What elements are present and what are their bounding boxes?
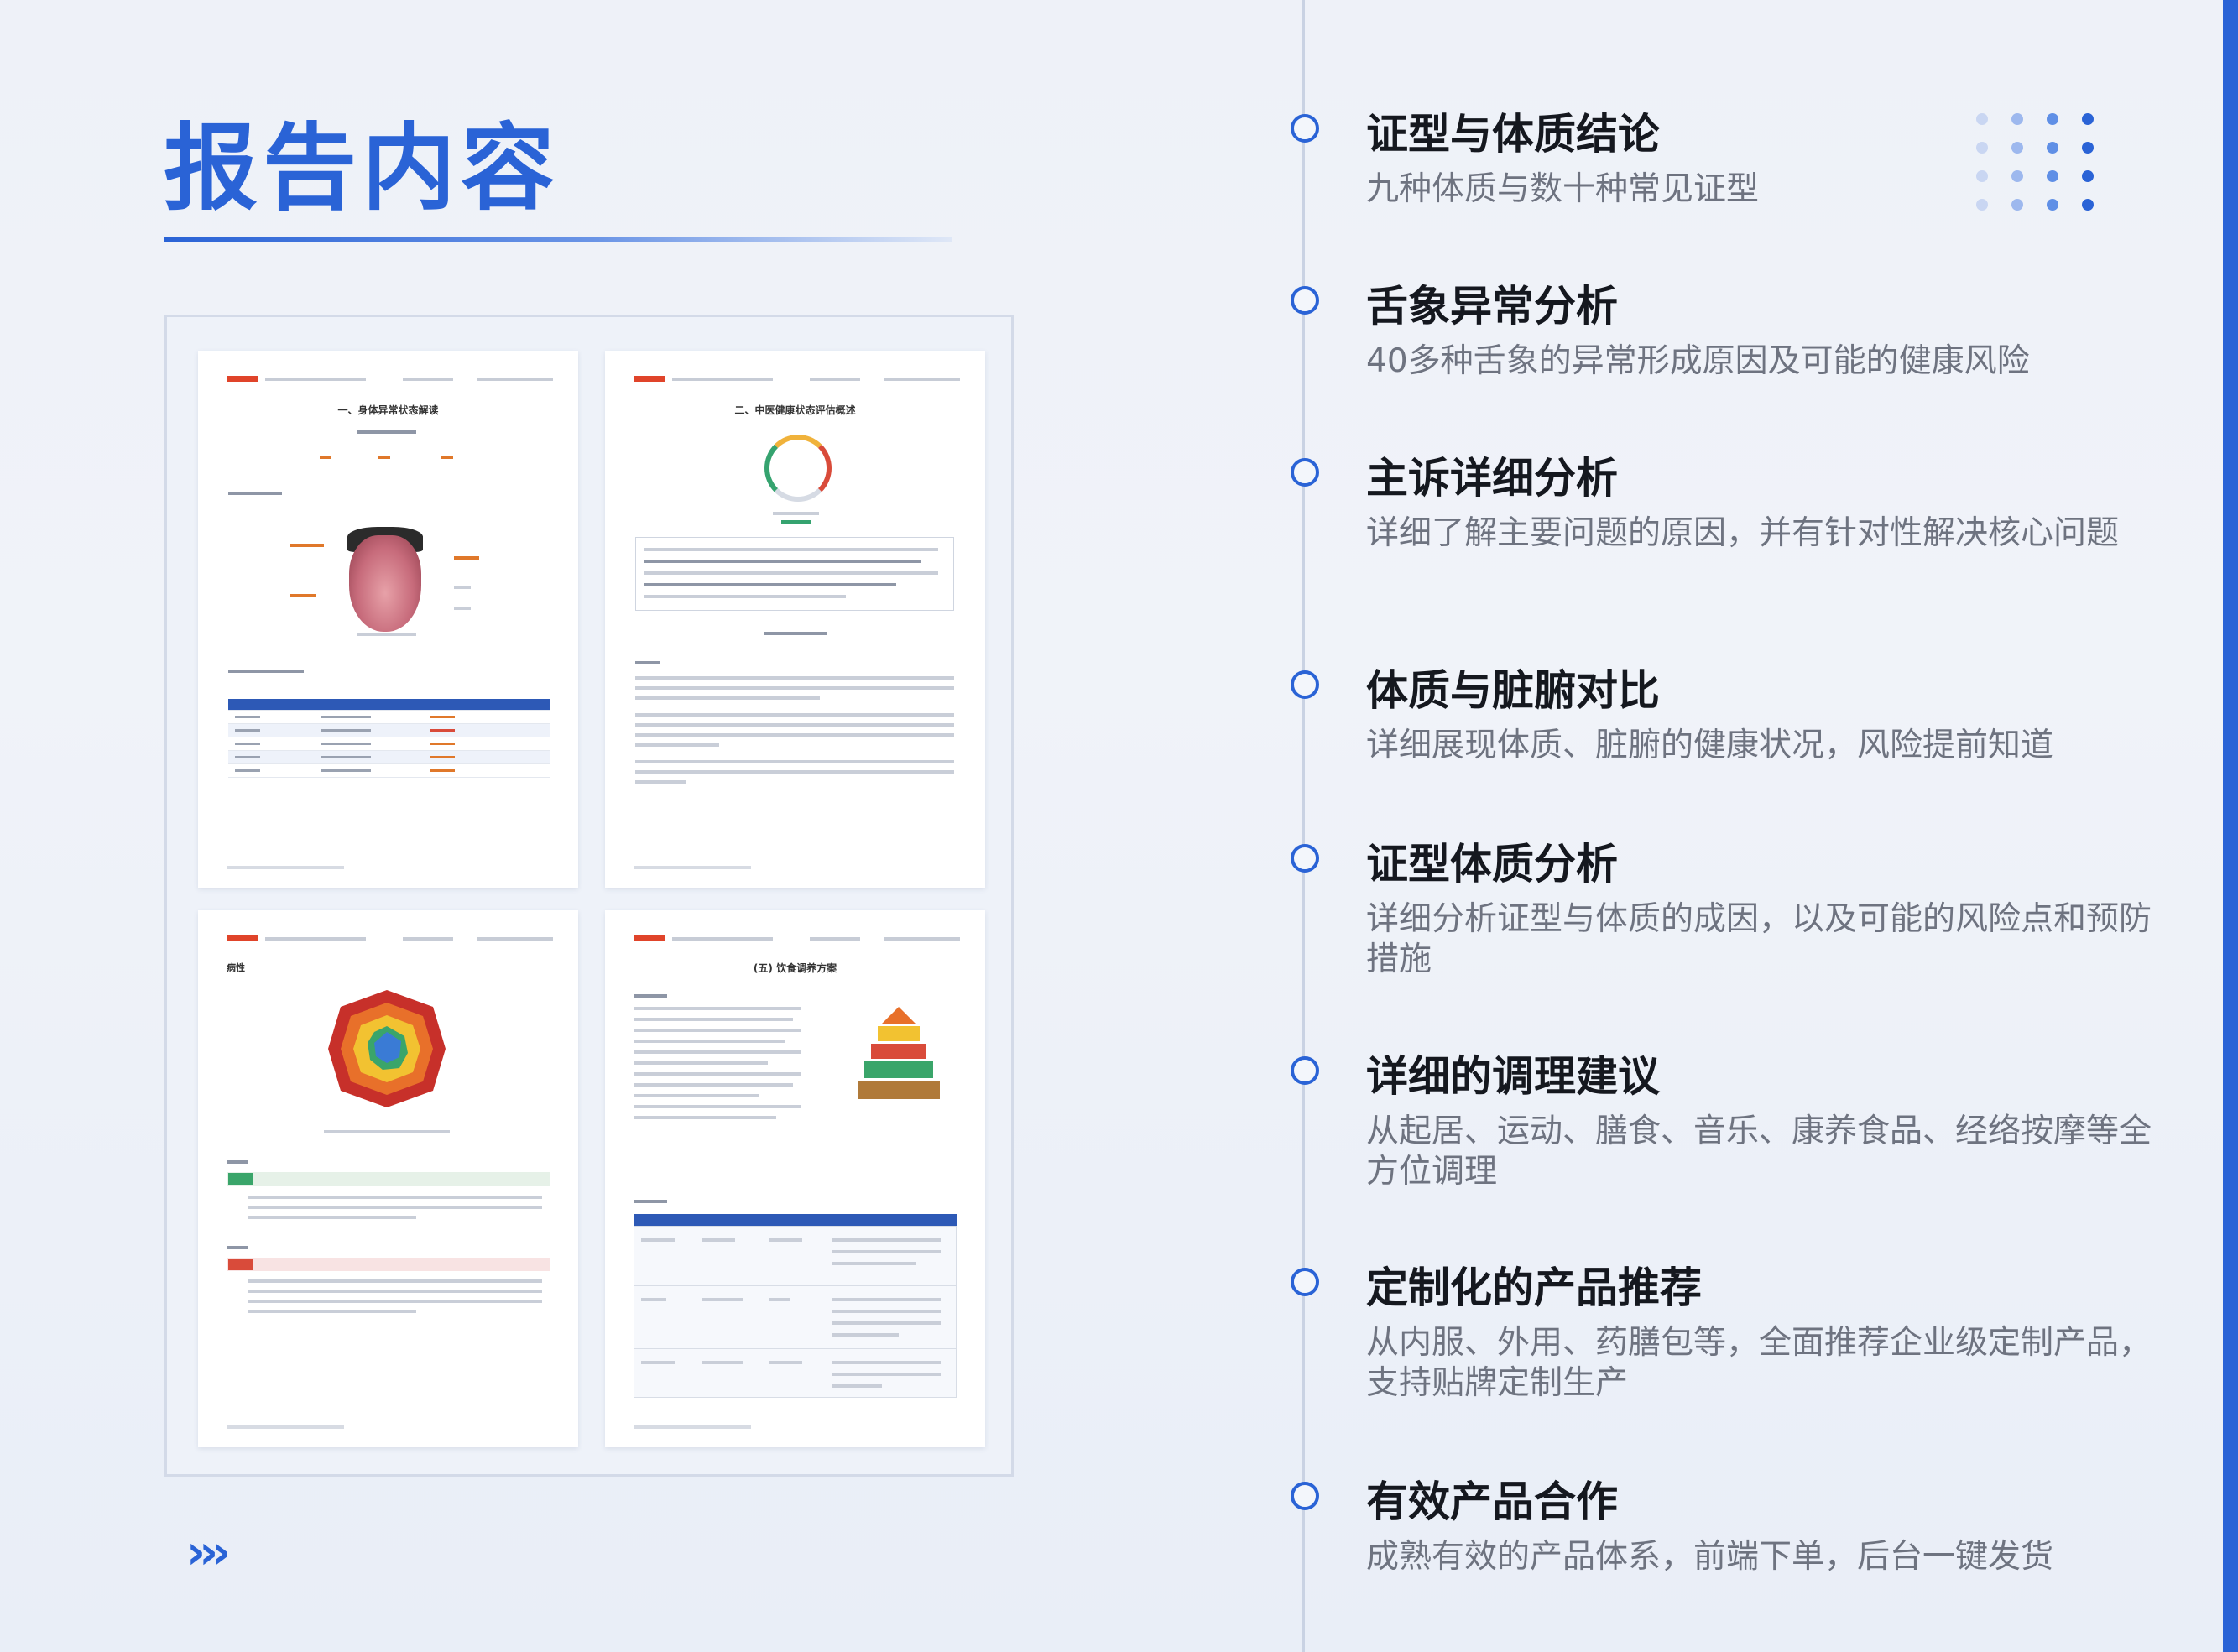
radar-chart: [328, 990, 446, 1107]
item-heading: 定制化的产品推荐: [1366, 1264, 1702, 1312]
summary-box: [635, 537, 954, 611]
circle-outline-icon: [1291, 1056, 1319, 1085]
item-description: 详细展现体质、脏腑的健康状况，风险提前知道: [1366, 727, 2054, 764]
doc-title: (五) 饮食调养方案: [753, 962, 837, 974]
page-title: 报告内容: [164, 114, 560, 223]
circle-outline-icon: [1291, 670, 1319, 699]
circle-outline-icon: [1291, 458, 1319, 487]
chevron-right-icon: ›››: [186, 1525, 231, 1580]
report-page-health-overview: 二、中医健康状态评估概述: [605, 351, 985, 888]
report-preview-frame: 一、身体异常状态解读 二、中医健康状态评估概述 病性 (五) 饮食调养方案: [164, 315, 1014, 1477]
doc-title: 一、身体异常状态解读: [337, 404, 439, 416]
title-underline: [164, 237, 952, 242]
item-heading: 舌象异常分析: [1366, 282, 1618, 331]
item-heading: 详细的调理建议: [1366, 1052, 1660, 1101]
tongue-photo: [349, 535, 421, 632]
recommended-herbs-table: [634, 1226, 957, 1398]
item-description: 详细分析证型与体质的成因，以及可能的风险点和预防措施: [1366, 900, 2152, 978]
item-description: 成熟有效的产品体系，前端下单，后台一键发货: [1366, 1538, 2054, 1576]
right-edge-accent-bar: [2223, 0, 2238, 1652]
doc-title: 二、中医健康状态评估概述: [734, 404, 856, 416]
item-heading: 证型与体质结论: [1366, 110, 1660, 159]
tongue-result-table: [228, 699, 550, 778]
item-description: 40多种舌象的异常形成原因及可能的健康风险: [1366, 342, 2030, 380]
health-gauge: [764, 435, 832, 502]
recommended-herbs-table-header: [634, 1214, 957, 1226]
report-page-diet-plan: (五) 饮食调养方案: [605, 910, 985, 1447]
page: 报告内容 一、身体异常状态解读 二、中医健康状态评估概述 病性 (五) 饮食调养…: [0, 0, 2238, 1652]
report-page-constitution: 病性: [198, 910, 578, 1447]
doc-title: 病性: [227, 962, 245, 973]
circle-outline-icon: [1291, 844, 1319, 873]
item-heading: 主诉详细分析: [1366, 454, 1618, 503]
item-description: 从起居、运动、膳食、音乐、康养食品、经络按摩等全方位调理: [1366, 1113, 2152, 1191]
doc-header: [227, 376, 553, 384]
circle-outline-icon: [1291, 114, 1319, 143]
circle-outline-icon: [1291, 1482, 1319, 1510]
item-description: 从内服、外用、药膳包等，全面推荐企业级定制产品，支持贴牌定制生产: [1366, 1324, 2152, 1402]
food-pyramid-illustration: [858, 1007, 940, 1099]
timeline-line: [1302, 0, 1305, 1652]
circle-outline-icon: [1291, 1268, 1319, 1296]
report-page-tongue-analysis: 一、身体异常状态解读: [198, 351, 578, 888]
item-heading: 有效产品合作: [1366, 1477, 1618, 1526]
item-heading: 证型体质分析: [1366, 840, 1618, 889]
item-heading: 体质与脏腑对比: [1366, 666, 1660, 715]
circle-outline-icon: [1291, 286, 1319, 315]
item-description: 详细了解主要问题的原因，并有针对性解决核心问题: [1366, 514, 2120, 552]
item-description: 九种体质与数十种常见证型: [1366, 170, 1760, 208]
